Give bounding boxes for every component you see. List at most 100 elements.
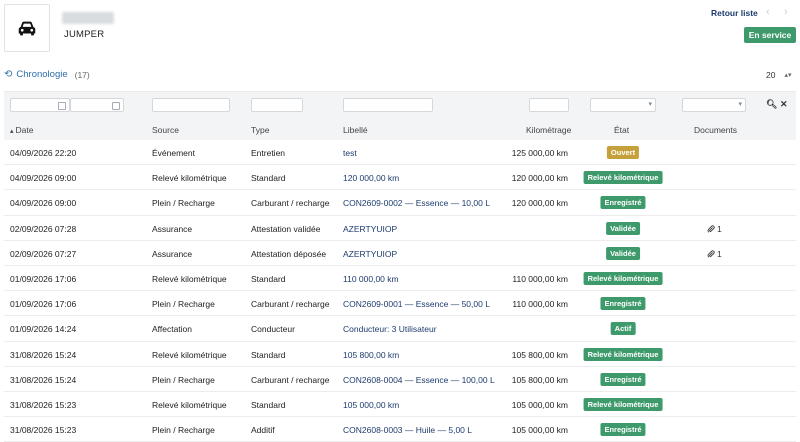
table-row[interactable]: 31/08/2026 15:23 Plein / Recharge Additi… bbox=[4, 417, 796, 442]
chronology-title[interactable]: Chronologie bbox=[16, 69, 67, 80]
table-row[interactable]: 04/09/2026 09:00 Relevé kilométrique Sta… bbox=[4, 165, 796, 191]
cell-libelle-link[interactable]: AZERTYUIOP bbox=[343, 249, 397, 259]
cell-source: Relevé kilométrique bbox=[152, 273, 227, 284]
cell-source: Assurance bbox=[152, 248, 193, 259]
page-size-value: 20 bbox=[766, 70, 776, 80]
cell-libelle-link[interactable]: CON2609-0001 — Essence — 50,00 L bbox=[343, 299, 490, 309]
chronology-table: 🔍︎ ✕ Date Source Type Libellé Kilométrag… bbox=[4, 91, 796, 442]
cell-type: Standard bbox=[251, 349, 286, 360]
header-libelle[interactable]: Libellé bbox=[343, 125, 368, 135]
cell-km: 110 000,00 km bbox=[512, 299, 568, 310]
status-badge: Relevé kilométrique bbox=[583, 171, 663, 185]
header-date[interactable]: Date bbox=[10, 125, 33, 135]
vehicle-status-badge: En service bbox=[744, 27, 796, 43]
cell-km: 105 800,00 km bbox=[511, 374, 568, 385]
cell-date: 31/08/2026 15:23 bbox=[10, 425, 77, 436]
cell-source: Assurance bbox=[152, 223, 193, 234]
status-badge: Validée bbox=[606, 221, 640, 235]
search-icon[interactable]: 🔍︎ bbox=[766, 99, 777, 110]
next-arrow-icon[interactable]: › bbox=[784, 6, 788, 18]
cell-source: Plein / Recharge bbox=[152, 425, 215, 436]
chronology-heading: ⟲ Chronologie (17) bbox=[4, 69, 90, 80]
cell-date: 31/08/2026 15:24 bbox=[10, 349, 77, 360]
cell-source: Relevé kilométrique bbox=[152, 349, 227, 360]
table-row[interactable]: 02/09/2026 07:27 Assurance Attestation d… bbox=[4, 241, 796, 266]
cell-libelle-link[interactable]: 110 000,00 km bbox=[343, 274, 399, 284]
chevron-down-icon: ▴▾ bbox=[784, 72, 792, 79]
cell-date: 04/09/2026 09:00 bbox=[10, 173, 77, 184]
header-etat[interactable]: État bbox=[614, 125, 629, 135]
cell-type: Attestation validée bbox=[251, 223, 321, 234]
status-badge: Relevé kilométrique bbox=[583, 347, 663, 361]
cell-type: Standard bbox=[251, 399, 286, 410]
status-badge: Enregistré bbox=[600, 196, 646, 210]
document-count-link[interactable]: 1 bbox=[707, 249, 722, 259]
cell-km: 105 800,00 km bbox=[511, 349, 568, 360]
cell-date: 04/09/2026 22:20 bbox=[10, 148, 77, 158]
previous-arrow-icon[interactable]: ‹ bbox=[766, 6, 770, 18]
clear-filter-icon[interactable]: ✕ bbox=[780, 99, 788, 110]
date-to-filter[interactable] bbox=[70, 98, 124, 112]
cell-date: 31/08/2026 15:23 bbox=[10, 399, 77, 410]
cell-libelle-link[interactable]: CON2609-0002 — Essence — 10,00 L bbox=[343, 198, 490, 208]
table-row[interactable]: 31/08/2026 15:24 Relevé kilométrique Sta… bbox=[4, 342, 796, 367]
header-source[interactable]: Source bbox=[152, 125, 179, 135]
documents-filter-select[interactable] bbox=[682, 98, 746, 112]
table-row[interactable]: 04/09/2026 09:00 Plein / Recharge Carbur… bbox=[4, 190, 796, 216]
cell-source: Relevé kilométrique bbox=[152, 173, 227, 184]
cell-type: Entretien bbox=[251, 148, 286, 158]
paperclip-icon bbox=[707, 224, 715, 233]
source-filter[interactable] bbox=[152, 98, 230, 112]
table-row[interactable]: 31/08/2026 15:23 Relevé kilométrique Sta… bbox=[4, 392, 796, 418]
etat-filter-select[interactable] bbox=[590, 98, 656, 112]
cell-libelle-link[interactable]: Conducteur: 3 Utilisateur bbox=[343, 324, 437, 334]
cell-type: Standard bbox=[251, 173, 286, 184]
status-badge: Actif bbox=[610, 322, 636, 336]
cell-date: 01/09/2026 17:06 bbox=[10, 273, 77, 284]
status-badge: Validée bbox=[606, 246, 640, 260]
table-row[interactable]: 01/09/2026 17:06 Relevé kilométrique Sta… bbox=[4, 266, 796, 292]
cell-km: 105 000,00 km bbox=[511, 425, 568, 436]
cell-km: 105 000,00 km bbox=[511, 399, 568, 410]
type-filter[interactable] bbox=[251, 98, 303, 112]
cell-km: 125 000,00 km bbox=[511, 148, 568, 158]
header-km[interactable]: Kilométrage bbox=[526, 125, 571, 135]
document-count-link[interactable]: 1 bbox=[707, 224, 722, 234]
table-row[interactable]: 04/09/2026 22:20 Événement Entretien tes… bbox=[4, 140, 796, 166]
cell-libelle-link[interactable]: AZERTYUIOP bbox=[343, 224, 397, 234]
cell-date: 02/09/2026 07:27 bbox=[10, 248, 77, 259]
cell-libelle-link[interactable]: CON2608-0003 — Huile — 5,00 L bbox=[343, 425, 472, 435]
status-badge: Enregistré bbox=[600, 423, 646, 437]
cell-type: Carburant / recharge bbox=[251, 198, 330, 209]
cell-type: Additif bbox=[251, 425, 275, 436]
km-filter[interactable] bbox=[529, 98, 569, 112]
cell-libelle-link[interactable]: 105 000,00 km bbox=[343, 400, 399, 410]
table-row[interactable]: 31/08/2026 15:24 Plein / Recharge Carbur… bbox=[4, 367, 796, 392]
libelle-filter[interactable] bbox=[343, 98, 433, 112]
cell-type: Carburant / recharge bbox=[251, 374, 330, 385]
cell-km: 120 000,00 km bbox=[511, 198, 568, 209]
back-to-list-link[interactable]: Retour liste bbox=[711, 8, 758, 18]
table-row[interactable]: 01/09/2026 17:06 Plein / Recharge Carbur… bbox=[4, 291, 796, 317]
cell-type: Attestation déposée bbox=[251, 248, 327, 259]
cell-libelle-link[interactable]: CON2608-0004 — Essence — 100,00 L bbox=[343, 375, 495, 385]
cell-libelle-link[interactable]: 120 000,00 km bbox=[343, 173, 399, 183]
cell-source: Plein / Recharge bbox=[152, 198, 215, 209]
status-badge: Ouvert bbox=[606, 146, 640, 159]
table-row[interactable]: 01/09/2026 14:24 Affectation Conducteur … bbox=[4, 316, 796, 342]
vehicle-name: JUMPER bbox=[64, 29, 105, 40]
page-size-select[interactable]: 20 ▴▾ bbox=[766, 70, 792, 80]
cell-libelle-link[interactable]: test bbox=[343, 148, 357, 158]
header-type[interactable]: Type bbox=[251, 125, 269, 135]
date-from-filter[interactable] bbox=[10, 98, 70, 112]
cell-libelle-link[interactable]: 105 800,00 km bbox=[343, 350, 399, 360]
cell-date: 01/09/2026 17:06 bbox=[10, 299, 77, 310]
cell-type: Standard bbox=[251, 273, 286, 284]
status-badge: Relevé kilométrique bbox=[583, 397, 663, 411]
table-row[interactable]: 02/09/2026 07:28 Assurance Attestation v… bbox=[4, 216, 796, 241]
cell-source: Relevé kilométrique bbox=[152, 399, 227, 410]
status-badge: Relevé kilométrique bbox=[583, 271, 663, 285]
status-badge: Enregistré bbox=[600, 297, 646, 311]
document-count: 1 bbox=[717, 223, 722, 234]
cell-km: 110 000,00 km bbox=[512, 273, 568, 284]
